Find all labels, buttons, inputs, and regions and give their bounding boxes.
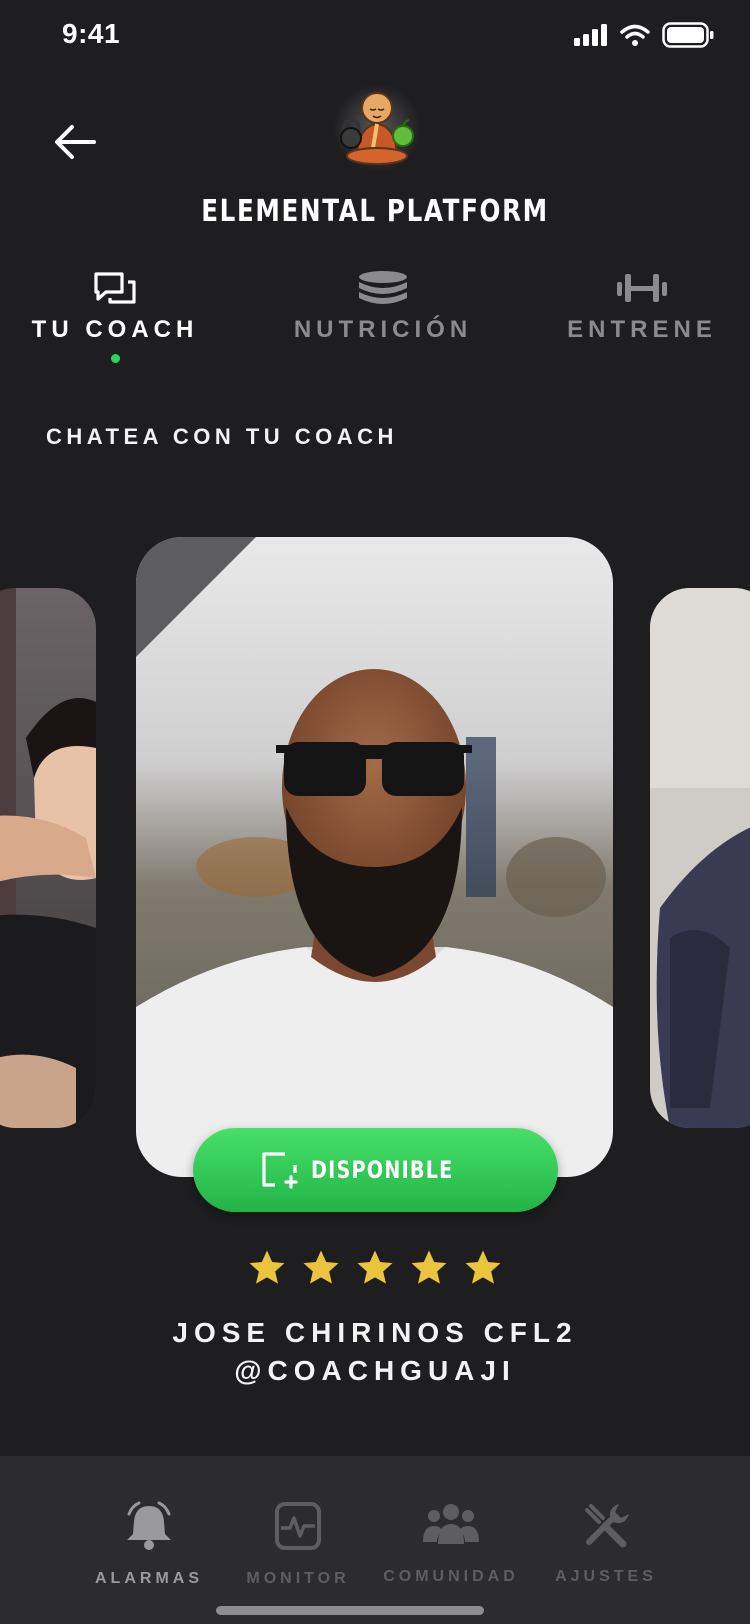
bell-icon: [127, 1501, 171, 1550]
status-time: 9:41: [62, 18, 121, 49]
tab-label: ENTRENE: [567, 316, 717, 343]
arrow-left-icon: [55, 125, 96, 159]
nav-item-ajustes[interactable]: AJUSTES: [550, 1500, 662, 1586]
coach-card-next[interactable]: [650, 588, 750, 1128]
app-title: ELEMENTAL PLATFORM: [201, 194, 549, 229]
section-title: CHATEA CON TU COACH: [46, 424, 398, 449]
rating-stars: [0, 1248, 750, 1288]
status-icons: [574, 22, 714, 48]
app-logo: [333, 82, 421, 172]
tab-tu-coach[interactable]: TU COACH: [30, 270, 200, 363]
nav-item-monitor[interactable]: MONITOR: [238, 1500, 358, 1588]
tools-icon: [585, 1504, 629, 1548]
star-icon: [465, 1250, 501, 1284]
database-stack-icon: [359, 271, 407, 304]
nav-label: COMUNIDAD: [383, 1568, 519, 1585]
back-button[interactable]: [50, 118, 98, 166]
coach-name: JOSE CHIRINOS CFL2: [172, 1317, 578, 1348]
nav-item-alarmas[interactable]: ALARMAS: [88, 1500, 210, 1588]
star-icon: [357, 1250, 393, 1284]
star-icon: [303, 1250, 339, 1284]
coach-card-previous[interactable]: [0, 588, 96, 1128]
availability-button[interactable]: DISPONIBLE: [193, 1128, 558, 1212]
monitor-pulse-icon: [275, 1502, 321, 1550]
active-tab-indicator: [110, 354, 120, 363]
coach-name-block: JOSE CHIRINOS CFL2 @COACHGUAJI: [0, 1314, 750, 1390]
nav-label: AJUSTES: [555, 1568, 657, 1585]
group-icon: [423, 1504, 479, 1544]
star-icon: [411, 1250, 447, 1284]
availability-label: DISPONIBLE: [311, 1156, 454, 1184]
nav-item-comunidad[interactable]: COMUNIDAD: [376, 1500, 526, 1586]
wifi-icon: [620, 24, 650, 46]
tab-label: TU COACH: [31, 316, 199, 343]
nav-label: MONITOR: [246, 1570, 350, 1587]
home-indicator: [216, 1606, 484, 1615]
battery-icon: [662, 22, 714, 48]
cellular-signal-icon: [574, 24, 607, 46]
chat-icon: [94, 272, 136, 304]
dumbbell-icon: [617, 274, 667, 302]
tab-entrene[interactable]: ENTRENE: [562, 270, 722, 344]
tab-nutricion[interactable]: NUTRICIÓN: [288, 270, 478, 344]
add-chat-icon: [262, 1152, 299, 1189]
tab-label: NUTRICIÓN: [293, 316, 473, 343]
nav-label: ALARMAS: [95, 1570, 203, 1587]
coach-handle: @COACHGUAJI: [234, 1355, 516, 1386]
coach-card-featured[interactable]: [136, 537, 613, 1177]
coach-photo: [136, 537, 613, 1177]
star-icon: [249, 1250, 285, 1284]
